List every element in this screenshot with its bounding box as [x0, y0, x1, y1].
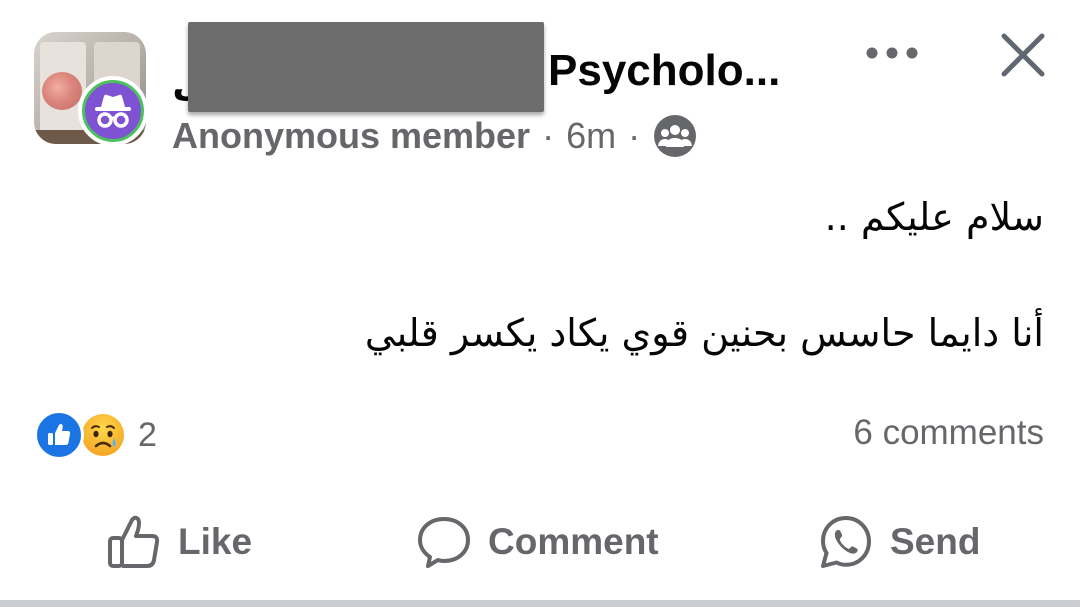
post-line-1: سلام عليكم ..	[824, 195, 1044, 239]
like-button[interactable]: Like	[104, 500, 252, 584]
like-outline-icon	[104, 512, 164, 572]
speech-bubble-icon	[418, 517, 470, 568]
comment-icon	[414, 512, 474, 572]
close-button[interactable]	[994, 26, 1052, 84]
meta-separator: ·	[628, 115, 641, 156]
post-text: سلام عليكم .. أنا دايما حاسس بحنين قوي ي…	[44, 190, 1044, 360]
sad-reaction-icon	[78, 410, 128, 460]
group-name-row[interactable]: ل Psycholo...	[172, 22, 812, 112]
post-card: ل Psycholo... Anonymous member · 6m ·	[0, 0, 1080, 607]
comment-button[interactable]: Comment	[414, 500, 659, 584]
comment-label: Comment	[488, 521, 659, 562]
post-line-2: أنا دايما حاسس بحنين قوي يكاد يكسر قلبي	[364, 311, 1044, 355]
more-horizontal-icon	[866, 47, 918, 59]
group-name[interactable]: Psycholo...	[548, 46, 780, 96]
members-group-icon[interactable]	[652, 113, 698, 159]
redaction-box	[188, 22, 544, 112]
meta-separator: ·	[542, 115, 555, 156]
author-name[interactable]: Anonymous member	[172, 115, 530, 157]
incognito-icon	[95, 94, 131, 128]
post-meta-row: Anonymous member · 6m ·	[172, 112, 698, 160]
post-timestamp[interactable]: 6m	[566, 115, 616, 157]
close-icon	[1001, 33, 1045, 77]
avatar-brain-illustration	[42, 72, 82, 110]
whatsapp-send-icon	[821, 516, 871, 568]
thumbs-up-outline-icon	[108, 515, 160, 568]
reaction-count: 2	[138, 415, 157, 454]
send-label: Send	[890, 521, 981, 562]
privacy-audience-icon	[654, 115, 697, 157]
thumbs-up-icon	[48, 424, 71, 445]
bottom-divider	[0, 600, 1080, 607]
send-button[interactable]: Send	[816, 500, 980, 584]
anonymous-icon	[82, 80, 144, 142]
comments-count-link[interactable]: 6 comments	[853, 413, 1044, 453]
group-avatar-wrap[interactable]	[34, 32, 148, 146]
anonymous-member-badge	[78, 76, 148, 146]
like-label: Like	[178, 521, 253, 562]
reactions-summary[interactable]: 2	[34, 410, 157, 460]
sad-face-icon	[82, 414, 124, 456]
more-options-button[interactable]	[862, 30, 922, 76]
whatsapp-icon	[816, 512, 876, 572]
like-reaction-icon	[34, 410, 84, 460]
post-action-bar: Like Comment Send	[0, 500, 1080, 584]
